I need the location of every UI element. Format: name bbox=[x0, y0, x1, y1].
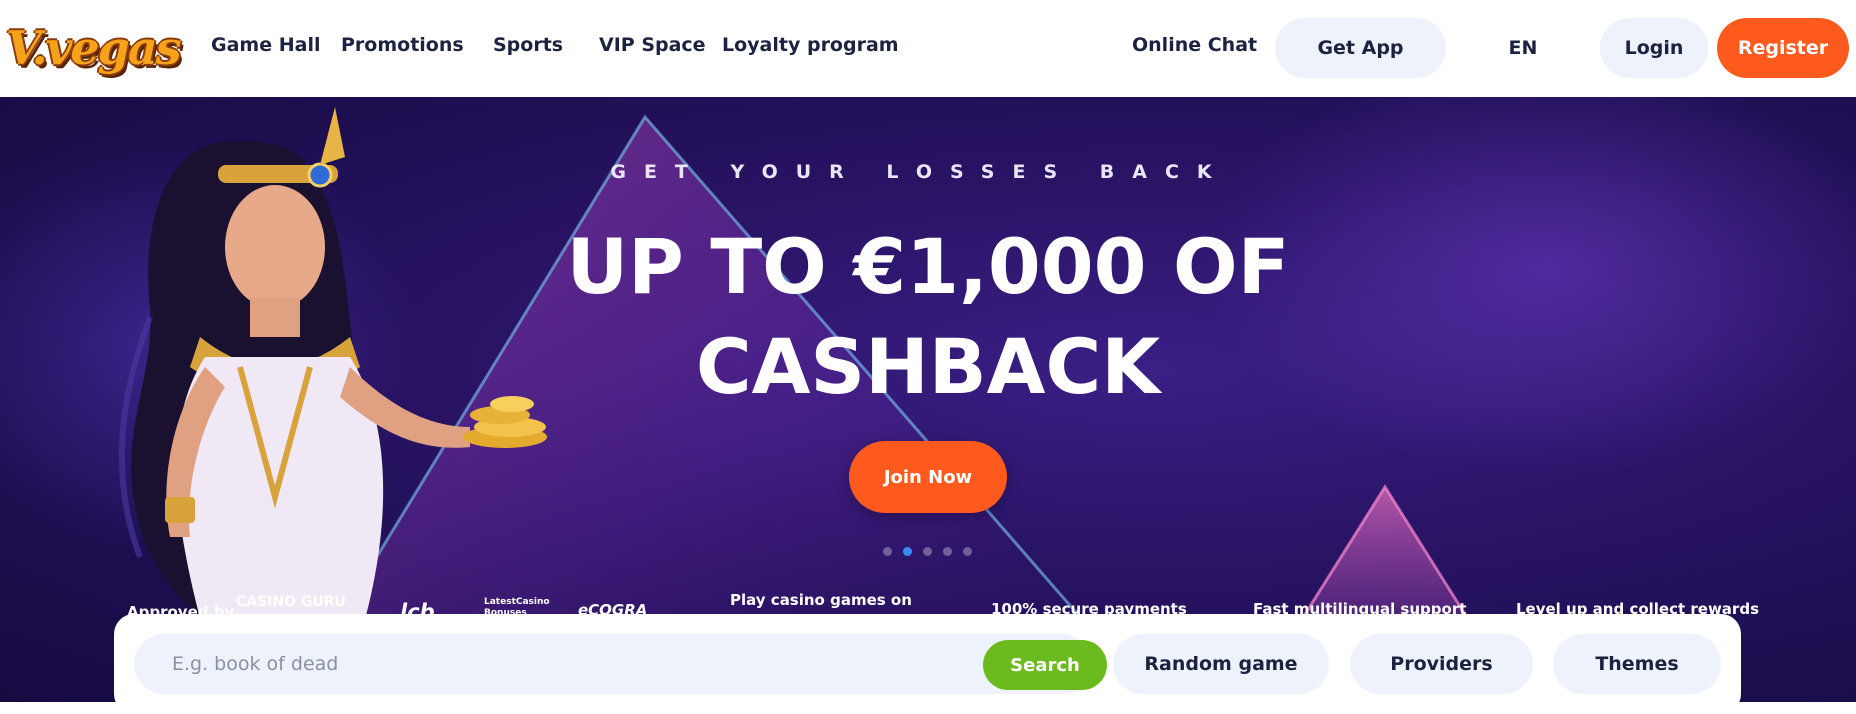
nav-promotions[interactable]: Promotions bbox=[341, 34, 464, 56]
register-button[interactable]: Register bbox=[1717, 18, 1849, 78]
nav-sports[interactable]: Sports bbox=[493, 34, 563, 56]
nav-vip-space[interactable]: VIP Space bbox=[599, 34, 706, 56]
hero-title: UP TO €1,000 OF CASHBACK bbox=[566, 222, 1290, 411]
site-header: V.vegas Game Hall Promotions Sports VIP … bbox=[0, 0, 1856, 97]
nav-loyalty-program[interactable]: Loyalty program bbox=[722, 34, 899, 56]
carousel-dot[interactable] bbox=[923, 547, 932, 556]
feature-play-casino: Play casino games on bbox=[730, 591, 912, 609]
login-button[interactable]: Login bbox=[1600, 18, 1708, 78]
get-app-button[interactable]: Get App bbox=[1275, 18, 1446, 78]
carousel-dot-active[interactable] bbox=[903, 547, 912, 556]
vvegas-logo[interactable]: V.vegas bbox=[6, 12, 182, 84]
nav-game-hall[interactable]: Game Hall bbox=[211, 34, 320, 56]
providers-button[interactable]: Providers bbox=[1350, 634, 1533, 694]
logo-text: V.vegas bbox=[6, 21, 182, 75]
carousel-dot[interactable] bbox=[883, 547, 892, 556]
carousel-dot[interactable] bbox=[943, 547, 952, 556]
hero-banner: GET YOUR LOSSES BACK UP TO €1,000 OF CAS… bbox=[0, 97, 1856, 702]
search-input[interactable] bbox=[172, 634, 992, 694]
language-selector[interactable]: EN bbox=[1490, 18, 1556, 78]
search-box: Search bbox=[134, 634, 1107, 694]
hero-subtitle: GET YOUR LOSSES BACK bbox=[610, 161, 1230, 183]
themes-button[interactable]: Themes bbox=[1553, 634, 1721, 694]
casino-guru-logo: CASINO GURU bbox=[236, 594, 346, 610]
join-now-button[interactable]: Join Now bbox=[849, 441, 1007, 513]
random-game-button[interactable]: Random game bbox=[1113, 634, 1329, 694]
search-button[interactable]: Search bbox=[983, 640, 1107, 690]
game-search-panel: Search Random game Providers Themes bbox=[114, 614, 1741, 714]
carousel-dots bbox=[883, 547, 972, 556]
carousel-dot[interactable] bbox=[963, 547, 972, 556]
online-chat-link[interactable]: Online Chat bbox=[1132, 34, 1257, 56]
